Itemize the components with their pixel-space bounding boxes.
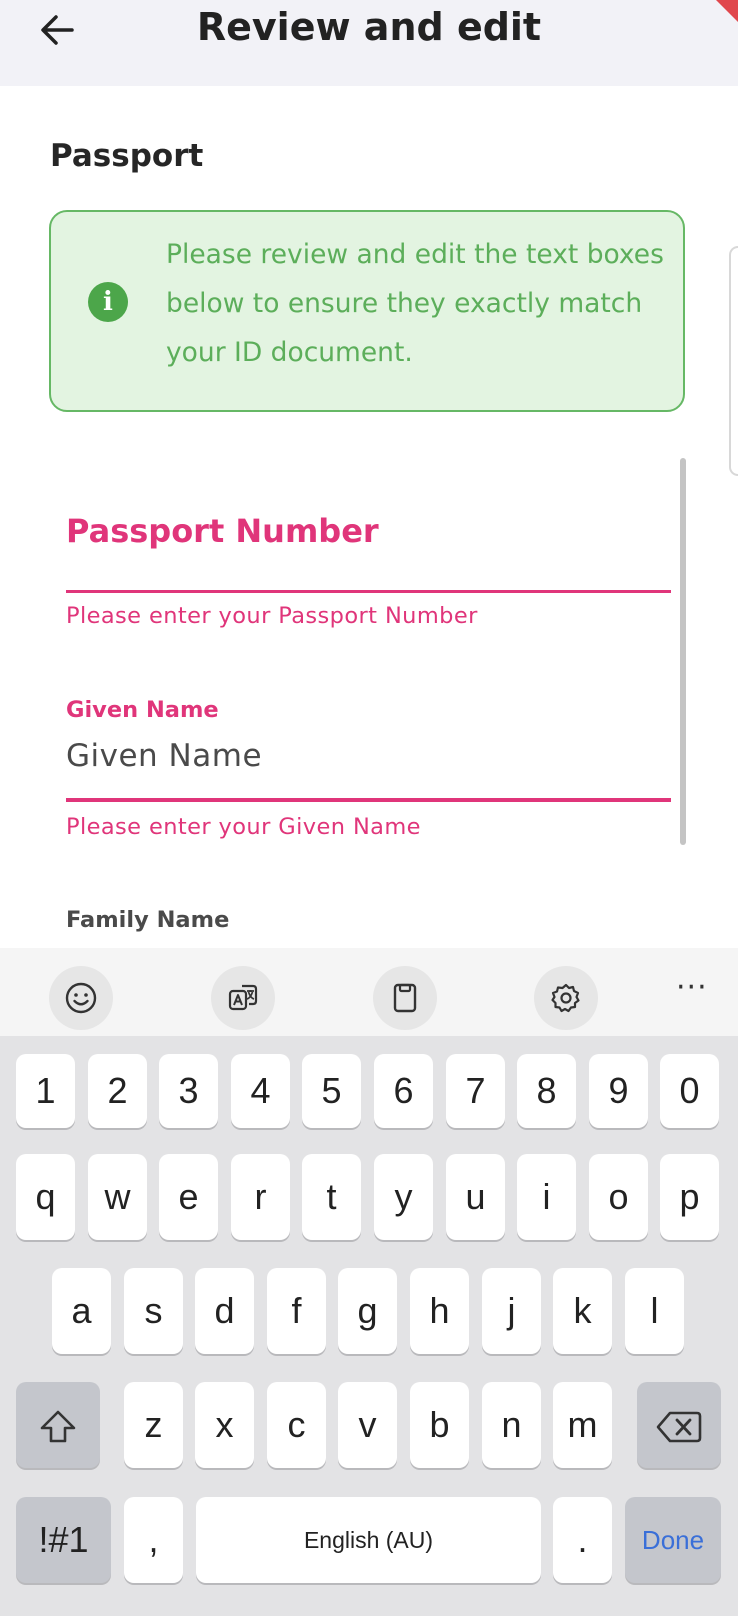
period-key[interactable]: . xyxy=(553,1497,612,1583)
key-c[interactable]: c xyxy=(267,1382,326,1468)
key-e[interactable]: e xyxy=(159,1154,218,1240)
key-h[interactable]: h xyxy=(410,1268,469,1354)
key-m[interactable]: m xyxy=(553,1382,612,1468)
key-o[interactable]: o xyxy=(589,1154,648,1240)
key-v[interactable]: v xyxy=(338,1382,397,1468)
key-5[interactable]: 5 xyxy=(302,1054,361,1128)
key-i[interactable]: i xyxy=(517,1154,576,1240)
key-0[interactable]: 0 xyxy=(660,1054,719,1128)
key-n[interactable]: n xyxy=(482,1382,541,1468)
more-options-button[interactable]: ··· xyxy=(676,970,708,1005)
settings-button[interactable] xyxy=(534,966,598,1030)
backspace-icon xyxy=(656,1412,702,1443)
key-9[interactable]: 9 xyxy=(589,1054,648,1128)
key-x[interactable]: x xyxy=(195,1382,254,1468)
passport-number-label: Passport Number xyxy=(66,512,379,550)
key-r[interactable]: r xyxy=(231,1154,290,1240)
info-icon: i xyxy=(88,282,128,322)
shift-key[interactable] xyxy=(16,1382,100,1468)
key-f[interactable]: f xyxy=(267,1268,326,1354)
clipboard-icon xyxy=(393,983,417,1013)
key-g[interactable]: g xyxy=(338,1268,397,1354)
key-t[interactable]: t xyxy=(302,1154,361,1240)
key-3[interactable]: 3 xyxy=(159,1054,218,1128)
given-name-input[interactable]: Given Name xyxy=(66,738,262,774)
key-4[interactable]: 4 xyxy=(231,1054,290,1128)
key-k[interactable]: k xyxy=(553,1268,612,1354)
key-y[interactable]: y xyxy=(374,1154,433,1240)
emoji-button[interactable] xyxy=(49,966,113,1030)
key-7[interactable]: 7 xyxy=(446,1054,505,1128)
translate-icon xyxy=(228,984,258,1011)
passport-number-error: Please enter your Passport Number xyxy=(66,603,478,629)
info-banner-text: Please review and edit the text boxes be… xyxy=(166,239,664,368)
info-banner: i Please review and edit the text boxes … xyxy=(49,210,685,412)
key-s[interactable]: s xyxy=(124,1268,183,1354)
space-key[interactable]: English (AU) xyxy=(196,1497,541,1583)
key-u[interactable]: u xyxy=(446,1154,505,1240)
given-name-label: Given Name xyxy=(66,697,219,723)
translate-button[interactable] xyxy=(211,966,275,1030)
key-a[interactable]: a xyxy=(52,1268,111,1354)
clipboard-button[interactable] xyxy=(373,966,437,1030)
passport-number-underline xyxy=(66,590,671,593)
debug-corner-ribbon xyxy=(716,0,738,22)
on-screen-keyboard: 1 2 3 4 5 6 7 8 9 0 q w e r t y u i o p … xyxy=(0,1036,738,1616)
app-bar: Review and edit xyxy=(0,0,738,86)
page-title: Review and edit xyxy=(196,5,542,49)
document-title: Passport xyxy=(50,138,204,174)
key-6[interactable]: 6 xyxy=(374,1054,433,1128)
done-key[interactable]: Done xyxy=(625,1497,721,1583)
side-panel-edge xyxy=(729,246,738,476)
key-l[interactable]: l xyxy=(625,1268,684,1354)
shift-icon xyxy=(40,1411,76,1443)
key-j[interactable]: j xyxy=(482,1268,541,1354)
given-name-error: Please enter your Given Name xyxy=(66,814,421,840)
emoji-icon xyxy=(65,982,97,1014)
key-8[interactable]: 8 xyxy=(517,1054,576,1128)
family-name-label[interactable]: Family Name xyxy=(66,907,229,933)
backspace-key[interactable] xyxy=(637,1382,721,1468)
key-p[interactable]: p xyxy=(660,1154,719,1240)
passport-number-field[interactable]: Passport Number xyxy=(66,512,379,550)
key-b[interactable]: b xyxy=(410,1382,469,1468)
comma-key[interactable]: , xyxy=(124,1497,183,1583)
key-1[interactable]: 1 xyxy=(16,1054,75,1128)
key-d[interactable]: d xyxy=(195,1268,254,1354)
key-2[interactable]: 2 xyxy=(88,1054,147,1128)
key-z[interactable]: z xyxy=(124,1382,183,1468)
key-w[interactable]: w xyxy=(88,1154,147,1240)
key-q[interactable]: q xyxy=(16,1154,75,1240)
symbols-key[interactable]: !#1 xyxy=(16,1497,111,1583)
keyboard-toolbar xyxy=(0,948,738,1036)
given-name-underline xyxy=(66,798,671,802)
gear-icon xyxy=(551,983,580,1013)
form-scrollbar[interactable] xyxy=(680,458,686,845)
